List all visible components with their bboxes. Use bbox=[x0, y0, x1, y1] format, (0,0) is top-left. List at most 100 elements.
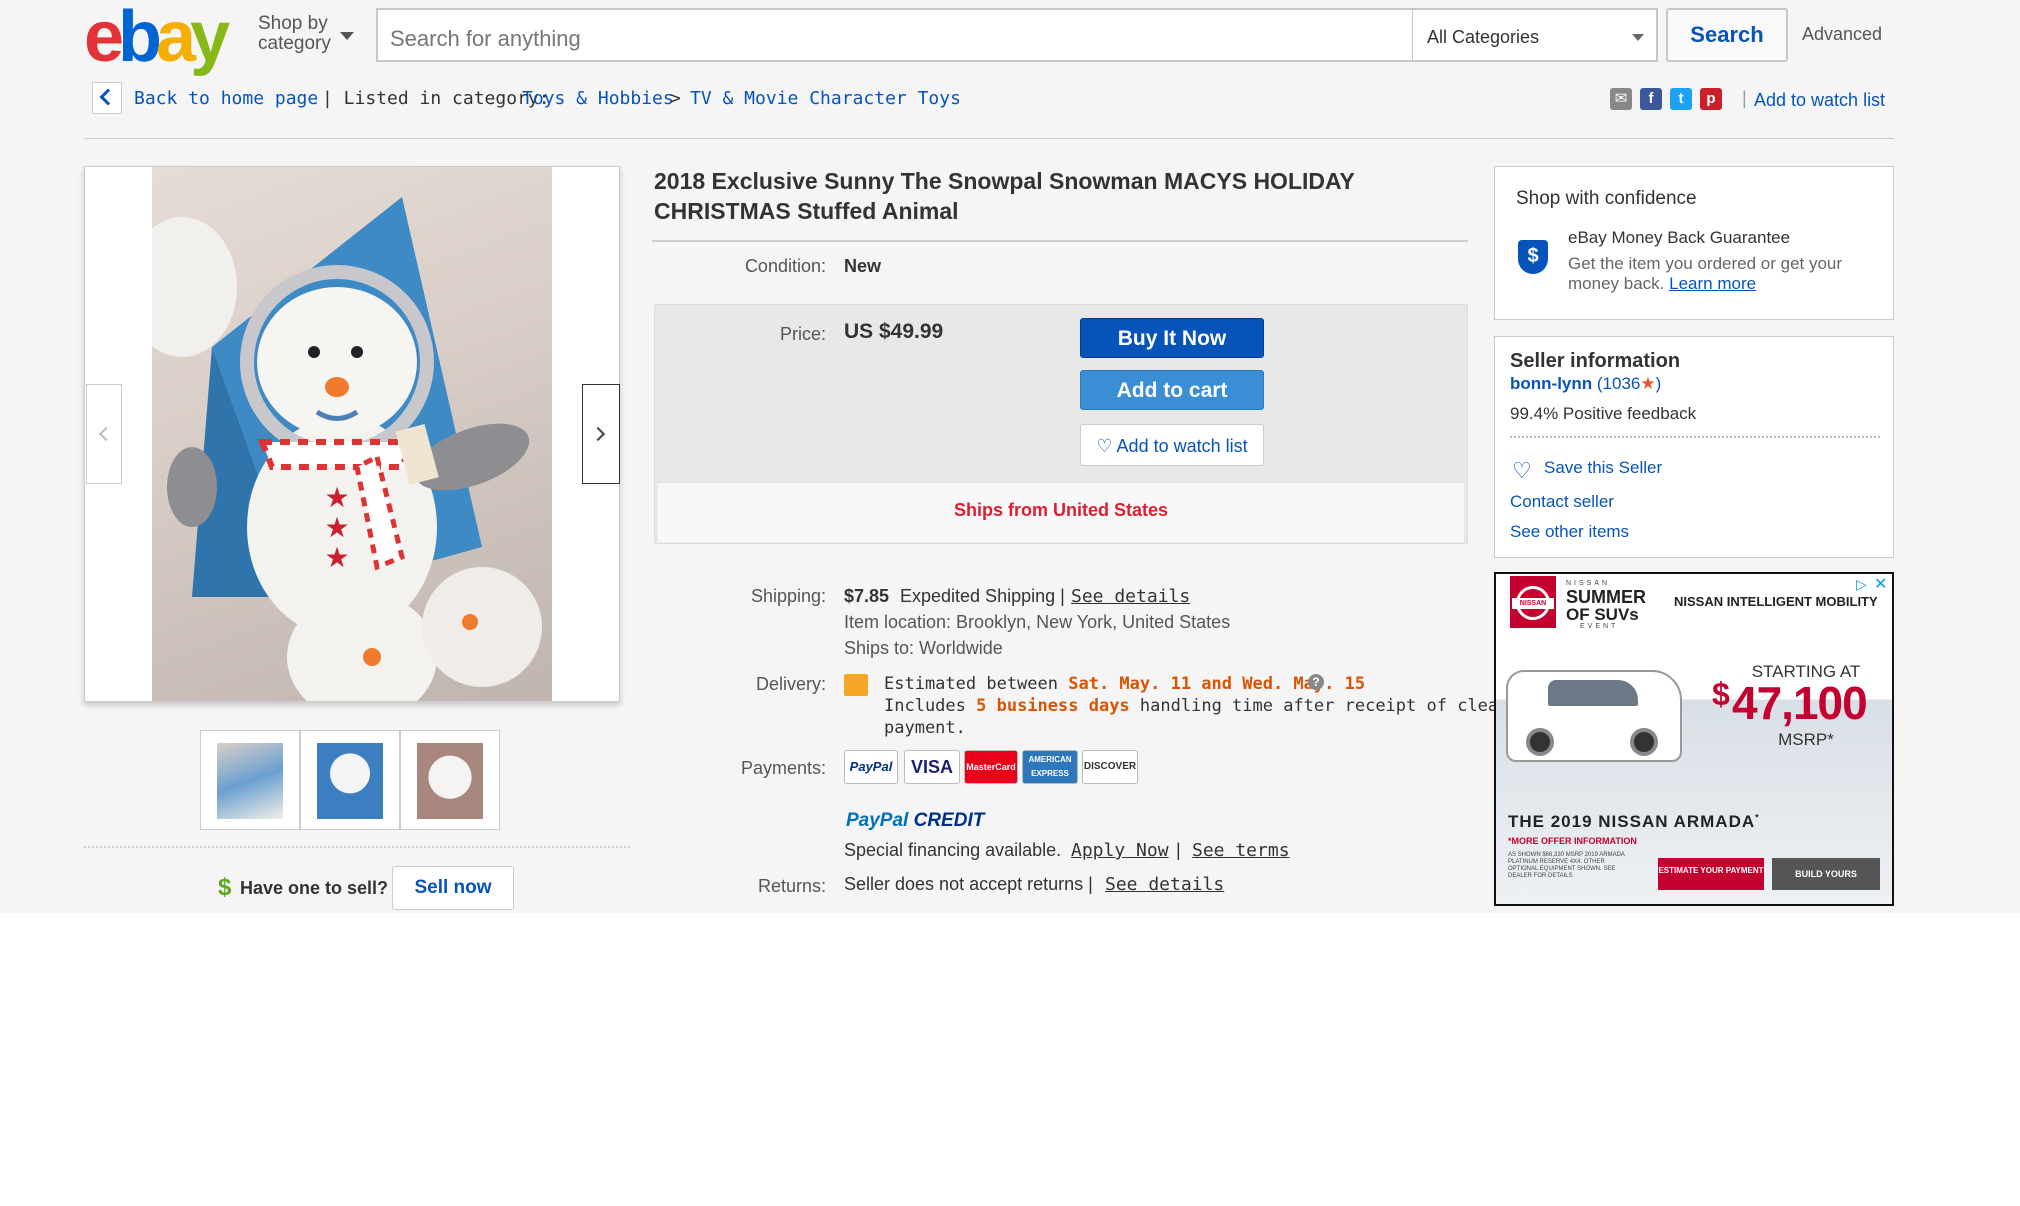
star-icon: ★ bbox=[1640, 374, 1656, 393]
ad-of-suvs: OF SUVs bbox=[1566, 605, 1639, 624]
add-to-watch-list-button[interactable]: ♡ Add to watch list bbox=[1080, 424, 1264, 466]
price-value: US $49.99 bbox=[844, 320, 944, 343]
back-to-home-link[interactable]: Back to home page bbox=[134, 88, 318, 109]
chevron-left-icon bbox=[98, 426, 114, 442]
listed-in-label: | Listed in category: bbox=[322, 88, 550, 109]
thumbnail-2[interactable] bbox=[300, 730, 400, 830]
delivery-includes: Includes bbox=[884, 696, 966, 716]
flag-icon bbox=[844, 674, 868, 696]
share-divider: | bbox=[1742, 88, 1747, 108]
paypal-credit-pp: PayPal bbox=[846, 810, 909, 831]
ad-msrp: MSRP* bbox=[1778, 730, 1834, 749]
search-input[interactable]: Search for anything bbox=[376, 8, 1414, 62]
returns-label: Returns: bbox=[757, 876, 826, 896]
title-divider bbox=[652, 240, 1468, 242]
ad-close-icon[interactable]: ✕ bbox=[1874, 574, 1887, 594]
paypal-credit-c: CREDIT bbox=[913, 810, 985, 831]
see-other-items-link[interactable]: See other items bbox=[1510, 522, 1629, 542]
seller-name-link[interactable]: bonn-lynn bbox=[1510, 374, 1592, 393]
caret-down-icon bbox=[1632, 34, 1644, 41]
delivery-estimate: Estimated between Sat. May. 11 and Wed. … bbox=[884, 674, 1365, 694]
chevron-down-icon[interactable] bbox=[340, 32, 354, 40]
ad-build-button[interactable]: BUILD YOURS bbox=[1772, 858, 1880, 890]
item-title: 2018 Exclusive Sunny The Snowpal Snowman… bbox=[654, 168, 1355, 224]
returns-text: Seller does not accept returns | bbox=[844, 874, 1093, 894]
ad-choices-icon[interactable]: ▷ bbox=[1856, 576, 1872, 592]
help-icon[interactable]: ? bbox=[1308, 674, 1324, 690]
gallery-next-button[interactable] bbox=[582, 384, 620, 484]
buy-it-now-button[interactable]: Buy It Now bbox=[1080, 318, 1264, 358]
paypal-credit-logo: PayPal CREDIT bbox=[846, 810, 984, 832]
add-to-cart-button[interactable]: Add to cart bbox=[1080, 370, 1264, 410]
ebay-logo[interactable]: ebay bbox=[84, 1, 240, 73]
advanced-search-link[interactable]: Advanced bbox=[1802, 24, 1882, 45]
category-select[interactable]: All Categories bbox=[1412, 8, 1658, 62]
chevron-right-icon bbox=[590, 426, 606, 442]
mastercard-icon: MasterCard bbox=[964, 750, 1018, 784]
terms-separator: | bbox=[1176, 840, 1181, 860]
condition-value: New bbox=[844, 256, 882, 276]
returns-see-details-link[interactable]: See details bbox=[1105, 874, 1224, 895]
seller-score-link[interactable]: (1036 bbox=[1597, 374, 1640, 393]
delivery-prefix: Estimated between bbox=[884, 674, 1058, 694]
seller-score-close: ) bbox=[1655, 374, 1662, 393]
ad-estimate-button[interactable]: ESTIMATE YOUR PAYMENT bbox=[1658, 858, 1764, 890]
item-location: Item location: Brooklyn, New York, Unite… bbox=[844, 612, 1231, 632]
dollar-icon: $ bbox=[218, 874, 232, 901]
save-seller-link[interactable]: Save this Seller bbox=[1544, 458, 1662, 478]
ad-price: 47,100 bbox=[1732, 677, 1868, 729]
search-button[interactable]: Search bbox=[1666, 8, 1788, 62]
money-back-line1: Get the item you ordered or get your bbox=[1568, 254, 1843, 273]
thumbnail-1[interactable] bbox=[200, 730, 300, 830]
gallery-prev-button[interactable] bbox=[86, 384, 122, 484]
money-back-line2-text: money back. bbox=[1568, 274, 1665, 293]
delivery-label: Delivery: bbox=[755, 674, 826, 694]
contact-seller-link[interactable]: Contact seller bbox=[1510, 492, 1614, 512]
shipping-method: Expedited Shipping | bbox=[900, 586, 1065, 606]
have-one-to-sell-label: Have one to sell? bbox=[240, 878, 389, 898]
shipping-see-details-link[interactable]: See details bbox=[1071, 586, 1190, 607]
seller-feedback: 99.4% Positive feedback bbox=[1510, 404, 1697, 423]
ad-summer: SUMMER bbox=[1566, 587, 1646, 607]
thumbnail-3[interactable] bbox=[400, 730, 500, 830]
svg-text:★: ★ bbox=[324, 512, 349, 543]
add-to-watch-list-label: Add to watch list bbox=[1116, 436, 1248, 456]
header-divider bbox=[84, 138, 1894, 139]
heart-icon: ♡ bbox=[1096, 436, 1113, 456]
delivery-handling: Includes 5 business days handling time a… bbox=[884, 696, 1529, 716]
snowman-illustration: ★ ★ ★ bbox=[152, 197, 542, 701]
heart-outline-icon[interactable]: ♡ bbox=[1512, 458, 1532, 484]
delivery-days: 5 business days bbox=[976, 696, 1130, 716]
see-terms-link[interactable]: See terms bbox=[1192, 840, 1290, 861]
nissan-badge-text: NISSAN bbox=[1512, 598, 1554, 609]
facebook-icon[interactable]: f bbox=[1640, 88, 1662, 110]
breadcrumb-tv-movie-toys[interactable]: TV & Movie Character Toys bbox=[690, 88, 961, 109]
snowman-plush-photo[interactable]: ★ ★ ★ bbox=[152, 167, 552, 701]
breadcrumb-separator: > bbox=[670, 88, 681, 109]
ad-model-text: THE 2019 NISSAN ARMADA bbox=[1508, 812, 1756, 831]
ad-model: THE 2019 NISSAN ARMADA* bbox=[1508, 812, 1760, 831]
pinterest-icon[interactable]: p bbox=[1700, 88, 1722, 110]
seller-info-title: Seller information bbox=[1510, 350, 1681, 372]
ad-brand-tag: NISSAN INTELLIGENT MOBILITY bbox=[1674, 594, 1878, 609]
ships-from-text: Ships from United States bbox=[953, 500, 1169, 520]
twitter-icon[interactable]: t bbox=[1670, 88, 1692, 110]
ad-nissan-small: NISSAN bbox=[1566, 580, 1611, 587]
visa-icon: VISA bbox=[904, 750, 960, 784]
gallery-divider bbox=[84, 846, 630, 848]
ad-price-dollar: $ bbox=[1712, 676, 1730, 712]
ad-event: EVENT bbox=[1580, 623, 1619, 630]
sell-now-button[interactable]: Sell now bbox=[392, 866, 514, 910]
add-to-watch-list-link[interactable]: Add to watch list bbox=[1754, 90, 1885, 111]
svg-text:★: ★ bbox=[324, 482, 349, 513]
breadcrumb-toys-hobbies[interactable]: Toys & Hobbies bbox=[522, 88, 674, 109]
email-icon[interactable]: ✉ bbox=[1610, 88, 1632, 110]
ad-more-offer[interactable]: *MORE OFFER INFORMATION bbox=[1508, 836, 1637, 846]
shop-by-category-button[interactable]: Shop by category bbox=[258, 14, 331, 54]
seller-divider bbox=[1510, 436, 1880, 438]
learn-more-link[interactable]: Learn more bbox=[1669, 274, 1756, 293]
apply-now-link[interactable]: Apply Now bbox=[1071, 840, 1169, 861]
shop-by-line1: Shop by bbox=[258, 13, 328, 34]
money-back-line2: money back. Learn more bbox=[1568, 274, 1756, 294]
payments-label: Payments: bbox=[740, 758, 826, 778]
